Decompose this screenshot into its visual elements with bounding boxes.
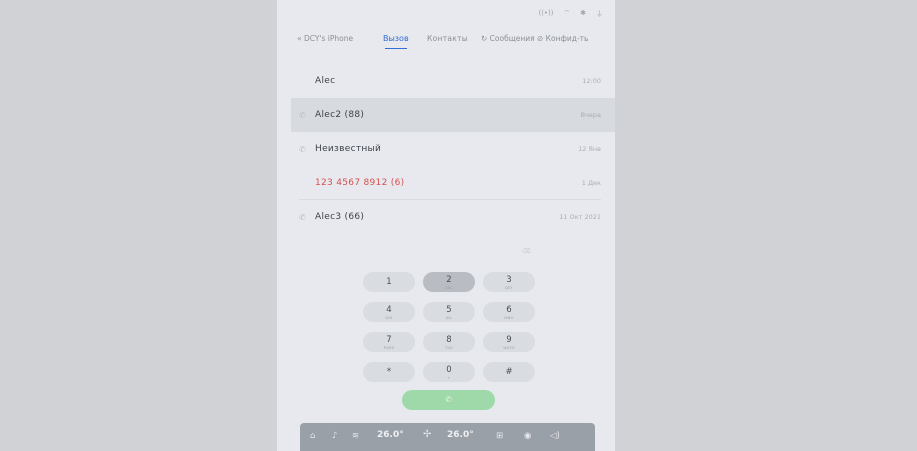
tab-messages[interactable]: ↻ Сообщения [481,34,535,43]
usb-icon: ⏚ [596,10,603,18]
key-hash[interactable]: # [483,362,535,382]
signal-icon: ((•)) [538,9,554,17]
key-digit: 4 [386,305,392,315]
call-row[interactable]: ✆ Неизвестный 12 Янв [291,132,615,166]
media-icon[interactable]: ◉ [524,431,531,441]
call-time: 11 Окт 2021 [559,213,601,221]
seat-heat-icon[interactable]: ≋ [352,431,359,441]
key-8[interactable]: 8 TUV [423,332,475,352]
phone-app: ((•)) ⌔ ✱ ⏚ « DCY's iPhone Вызов Контакт… [277,0,615,451]
right-margin [615,0,917,451]
key-digit: 2 [446,275,452,285]
key-letters: ABC [444,286,454,290]
key-digit: 8 [446,335,452,345]
key-1[interactable]: 1 [363,272,415,292]
call-row[interactable]: ✆ Alec3 (66) 11 Окт 2021 [291,200,615,234]
key-letters: PQRS [383,346,395,350]
bluetooth-icon: ✱ [580,9,586,17]
call-name: Alec [315,76,336,86]
phone-incoming-icon: ✆ [299,212,306,222]
key-digit: 3 [506,275,512,285]
key-star[interactable]: * [363,362,415,382]
phone-icon: ✆ [445,395,452,404]
screen: ((•)) ⌔ ✱ ⏚ « DCY's iPhone Вызов Контакт… [0,0,917,451]
call-time: Вчера [580,111,601,119]
back-button[interactable]: « DCY's iPhone [297,34,353,43]
key-7[interactable]: 7 PQRS [363,332,415,352]
key-3[interactable]: 3 DEF [483,272,535,292]
top-navigation: « DCY's iPhone Вызов Контакты ↻ Сообщени… [277,34,615,54]
call-time: 12:00 [582,77,601,85]
volume-icon[interactable]: ◁) [550,431,560,441]
key-letters: + [447,376,451,380]
temp-right[interactable]: 26.0° [447,430,474,440]
key-digit: 1 [386,277,392,287]
car-bottom-bar: ⌂ ♪ ≋ 26.0° ✢ 26.0° ⊞ ◉ ◁) [300,423,595,451]
key-digit: 5 [446,305,452,315]
temp-left[interactable]: 26.0° [377,430,404,440]
music-icon[interactable]: ♪ [332,431,337,441]
left-margin [0,0,277,451]
phone-incoming-icon: ✆ [299,110,306,120]
call-row[interactable]: Alec 12:00 [291,64,615,98]
key-digit: * [386,367,392,377]
fan-icon[interactable]: ✢ [423,429,431,440]
key-digit: # [505,367,513,377]
key-letters: DEF [505,286,513,290]
home-icon[interactable]: ⌂ [310,431,315,441]
call-time: 12 Янв [578,145,601,153]
key-6[interactable]: 6 MNO [483,302,535,322]
status-bar: ((•)) ⌔ ✱ ⏚ [538,9,603,19]
key-digit: 0 [446,365,452,375]
tab-contacts[interactable]: Контакты [427,34,468,43]
key-9[interactable]: 9 WXYZ [483,332,535,352]
call-button[interactable]: ✆ [402,390,495,410]
key-letters: JKL [445,316,453,320]
call-list: Alec 12:00 ✆ Alec2 (88) Вчера ✆ Неизвест… [291,64,615,234]
call-time: 1 Дек [581,179,601,187]
key-4[interactable]: 4 GHI [363,302,415,322]
key-5[interactable]: 5 JKL [423,302,475,322]
key-letters: MNO [504,316,514,320]
key-0[interactable]: 0 + [423,362,475,382]
wifi-icon: ⌔ [563,9,571,17]
call-row-selected[interactable]: ✆ Alec2 (88) Вчера [291,98,615,132]
call-row[interactable]: 123 4567 8912 (6) 1 Дек [291,166,615,200]
key-digit: 7 [386,335,392,345]
call-name: Неизвестный [315,144,382,154]
key-digit: 9 [506,335,512,345]
apps-icon[interactable]: ⊞ [496,431,503,441]
tab-calls[interactable]: Вызов [383,34,409,49]
call-name: Alec2 (88) [315,110,365,120]
call-name-missed: 123 4567 8912 (6) [315,178,405,188]
phone-incoming-icon: ✆ [299,144,306,154]
key-letters: TUV [445,346,453,350]
key-2[interactable]: 2 ABC [423,272,475,292]
backspace-icon[interactable]: ⌫ [522,248,530,255]
call-name: Alec3 (66) [315,212,365,222]
key-digit: 6 [506,305,512,315]
key-letters: WXYZ [503,346,515,350]
tab-privacy[interactable]: ⊘ Конфид-ть [537,34,588,43]
key-letters: GHI [385,316,393,320]
